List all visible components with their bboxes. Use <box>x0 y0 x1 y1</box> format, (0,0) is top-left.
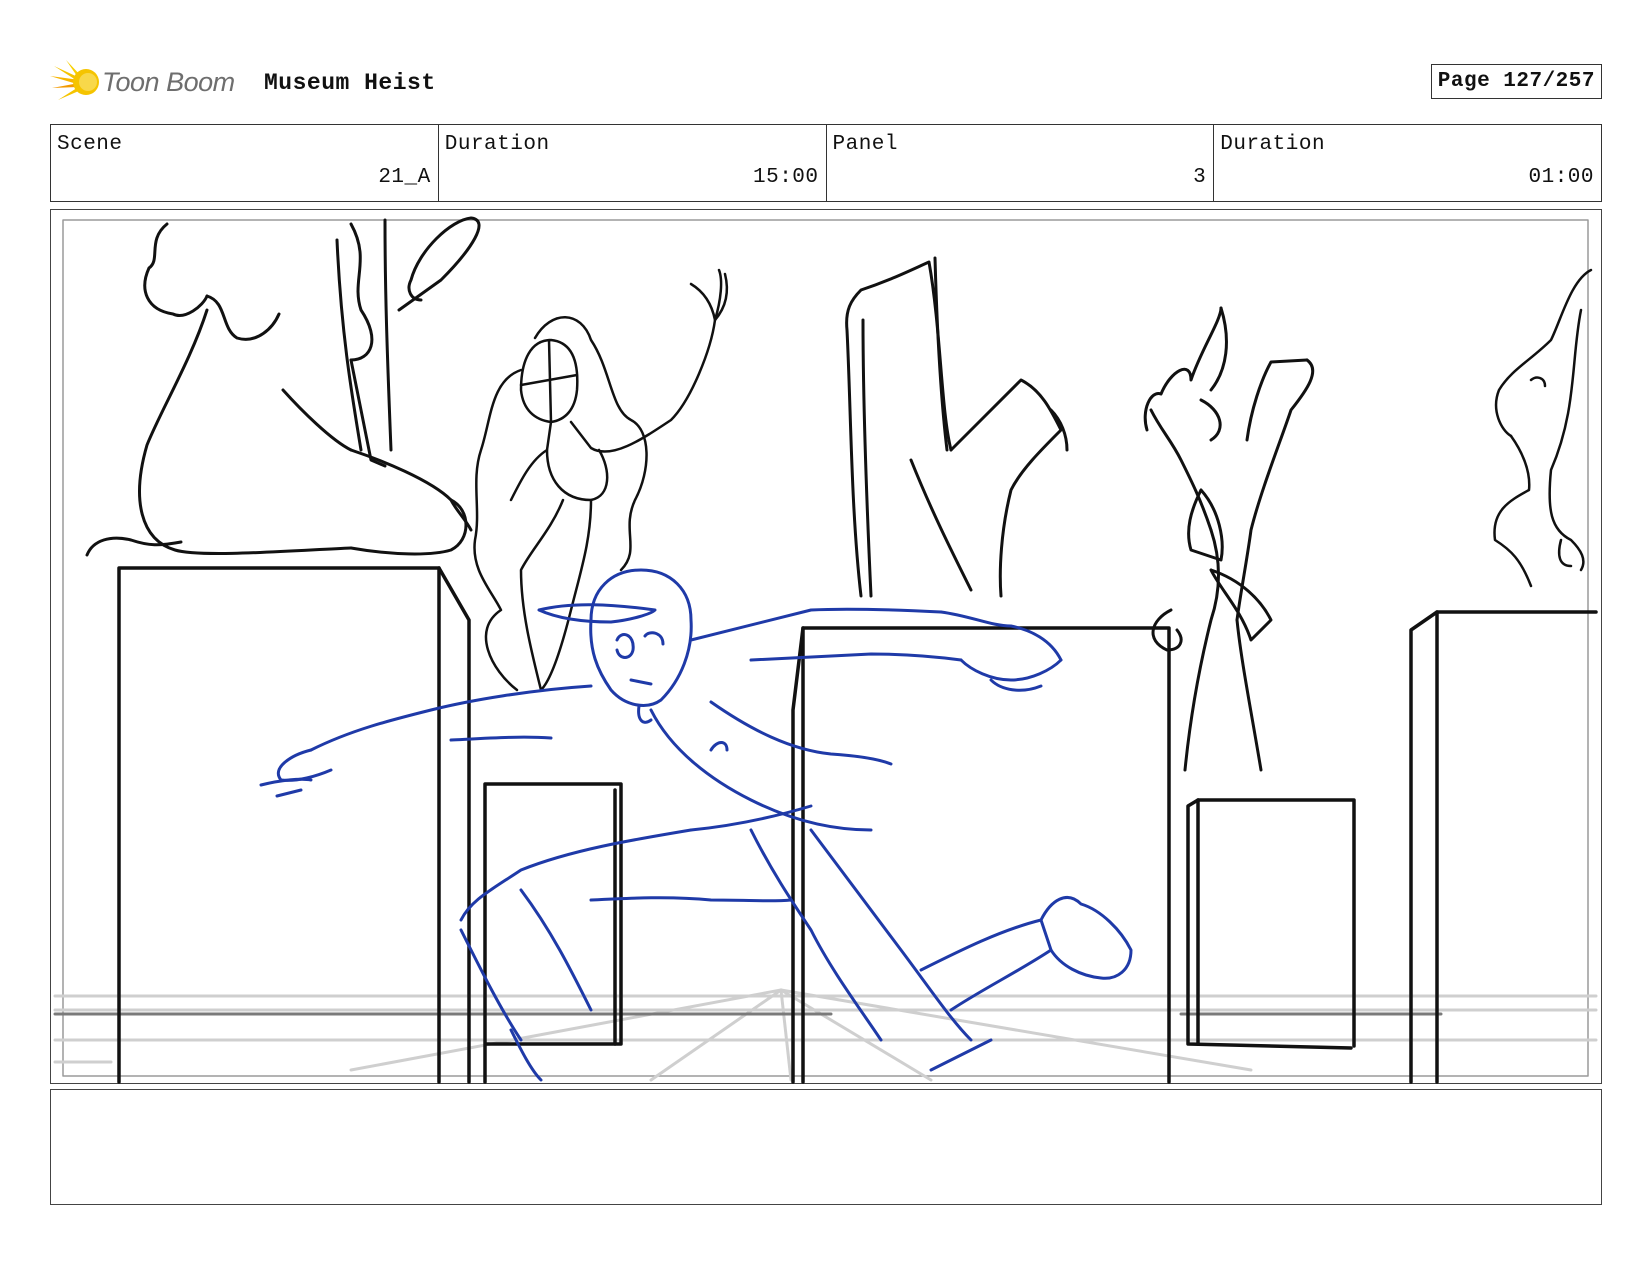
floor-grid <box>53 988 1598 1082</box>
starburst-icon <box>50 60 99 100</box>
panel-duration-label: Duration <box>1220 133 1326 156</box>
storyboard-panel <box>50 209 1602 1084</box>
header: Toon Boom Museum Heist Page 127/257 <box>50 58 1602 106</box>
scene-duration-label: Duration <box>444 133 550 156</box>
scene-duration-cell: Duration 15:00 <box>439 125 827 201</box>
toon-boom-logo: Toon Boom <box>50 58 235 106</box>
panel-duration-value: 01:00 <box>1528 166 1594 189</box>
sculpture-left <box>85 216 481 557</box>
panel-value: 3 <box>1193 166 1207 189</box>
logo-text: Toon Boom <box>102 66 235 97</box>
scene-label: Scene <box>57 133 123 156</box>
notes-area <box>50 1089 1602 1205</box>
sculpture-dancer <box>473 268 729 692</box>
scene-value: 21_A <box>378 166 431 189</box>
scene-cell: Scene 21_A <box>51 125 439 201</box>
sculpture-right <box>1493 268 1593 588</box>
panel-cell: Panel 3 <box>827 125 1215 201</box>
sculpture-abstract <box>845 256 1069 598</box>
project-title: Museum Heist <box>264 70 436 96</box>
character-sketch <box>259 568 1133 1082</box>
panel-sketch <box>53 216 1598 1084</box>
panel-label: Panel <box>832 133 899 156</box>
scene-duration-value: 15:00 <box>752 166 819 189</box>
safe-frame <box>62 219 1589 1077</box>
panel-duration-cell: Duration 01:00 <box>1214 125 1601 201</box>
page-indicator: Page 127/257 <box>1430 64 1602 99</box>
info-table: Scene 21_A Duration 15:00 Panel 3 Durati… <box>50 124 1602 202</box>
